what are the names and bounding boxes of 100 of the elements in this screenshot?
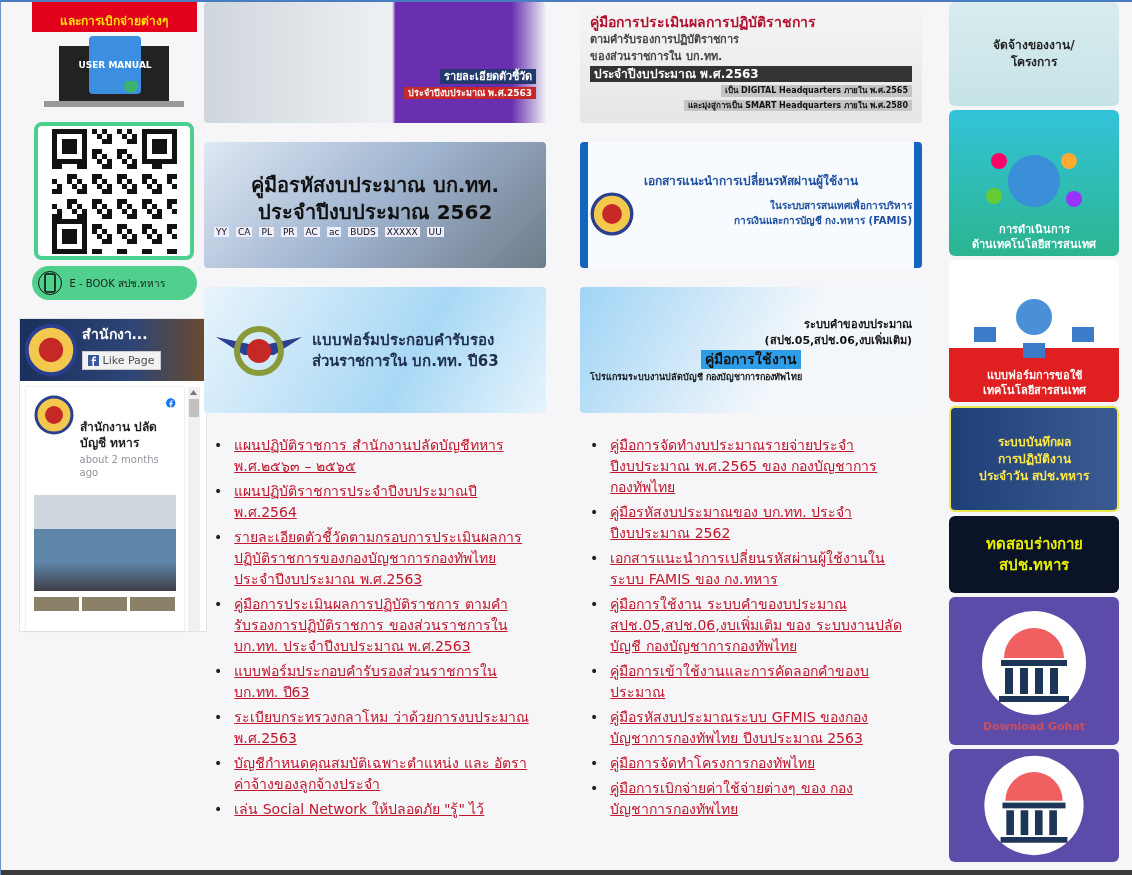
tile-text: สปช.ทหาร [998,555,1070,575]
banner[interactable]: คู่มือรหัสงบประมาณ บก.ทท. ประจำปีงบประมาณ 2562 YY CA PL PR AC ac BUDS XXXXX UU [204,142,546,268]
banner-text: โปรแกรมระบบงานปลัดบัญชี กองบัญชาการกองทัพไทย [590,371,804,383]
bullet: • [214,595,223,614]
code-label: BUDS [348,227,378,237]
emblem-icon [590,191,634,236]
banner-text: ในระบบสารสนเทศเพื่อการบริหาร [770,200,912,213]
tile-text: แบบฟอร์มการขอใช้ [986,368,1082,383]
photo-thumbnail [33,597,79,611]
page-name[interactable]: สำนักงา... [81,323,161,345]
bullet: • [590,708,599,727]
banner-text: แบบฟอร์มประกอบคำรับรอง [312,330,495,349]
bullet: • [590,503,599,522]
banner-text: ประจำปีงบประมาณ 2562 [257,200,493,224]
code-label: AC [303,227,320,237]
bullet: • [214,662,223,681]
code-label: PR [280,227,297,237]
banner-text: ระบบคำของบประมาณ [804,317,912,331]
scroll-up-icon [190,390,197,395]
photo-thumbnail [81,597,128,611]
document-link[interactable]: คู่มือการประเมินผลการปฏิบัติราชการ ตามคำรับรองการปฏิบัติราชการ ของส่วนราชการใน บก.ทท. ประจำปีงบประมาณ พ.ศ.2563 [234,594,536,657]
banner-text: ส่วนราชการใน บก.ทท. ปี63 [312,351,500,370]
document-link[interactable]: แผนปฏิบัติราชการ สำนักงานปลัดบัญชีทหาร พ.ศ.๒๕๖๓ – ๒๕๖๕ [234,435,536,477]
post-time: about 2 months ago [79,453,160,479]
banner-text: ประจำปีงบประมาณ พ.ศ.2563 [590,65,912,83]
code-label: UU [426,227,444,237]
code-label: YY [214,227,229,237]
link-tile[interactable]: ระบบบันทึกผล การปฏิบัติงาน ประจำวัน สปช.ทหาร [949,406,1119,512]
bullet: • [214,754,223,773]
banner-text: รายละเอียดตัวชี้วัด [440,68,536,84]
banner-text: เป็น DIGITAL Headquarters ภายใน พ.ศ.2565 [721,85,912,97]
bullet: • [590,549,599,568]
post-author[interactable]: สำนักงาน ปลัดบัญชี ทหาร [79,419,161,451]
document-link[interactable]: คู่มือการใช้งาน ระบบคำของบประมาณ สปช.05,สปช.06,งบเพิ่มเติม ของ ระบบงานปลัดบัญชี กองบัญชาการกองทัพไทย [610,594,912,657]
tile-text: ระบบบันทึกผล [997,434,1071,450]
bullet: • [214,436,223,455]
banner-text: ของส่วนราชการใน บก.ทท. [590,49,724,63]
document-link[interactable]: คู่มือการเบิกจ่ายค่าใช้จ่ายต่างๆ ของ กองบัญชาการกองทัพไทย [610,778,912,820]
tile-text: Download Gohat [982,720,1086,734]
document-link[interactable]: คู่มือการจัดทำงบประมาณรายจ่ายประจำปีงบประมาณ พ.ศ.2565 ของ กองบัญชาการกองทัพไทย [610,435,912,498]
banner-text: ตามคำรับรองการปฏิบัติราชการ [590,33,740,47]
bullet: • [590,779,599,798]
link-tile[interactable]: ทดสอบร่างกาย สปช.ทหาร [949,516,1119,593]
banner-text: และมุ่งสู่การเป็น SMART Headquarters ภายใน พ.ศ.2580 [684,99,912,112]
like-page-button[interactable]: Like Page [81,351,161,370]
tile-text: ด้านเทคโนโลยีสารสนเทศ [972,238,1096,252]
document-link[interactable]: แบบฟอร์มประกอบคำรับรองส่วนราชการใน บก.ทท. ปี63 [234,661,536,703]
document-link[interactable]: เล่น Social Network ให้ปลอดภัย "รู้" ไว้ [234,799,485,820]
banner-text: คู่มือการประเมินผลการปฏิบัติราชการ [590,13,817,31]
banner[interactable]: แบบฟอร์มประกอบคำรับรอง ส่วนราชการใน บก.ทท. ปี63 [204,287,546,413]
tile-text: การดำเนินการ [998,222,1070,237]
banner-text: การเงินและการบัญชี กง.ทหาร (FAMIS) [733,215,912,228]
document-link[interactable]: คู่มือรหัสงบประมาณระบบ GFMIS ของกองบัญชาการกองทัพไทย ปีงบประมาณ 2563 [610,707,912,749]
code-label: XXXXX [384,227,420,237]
bullet: • [590,436,599,455]
document-link[interactable]: รายละเอียดตัวชี้วัดตามกรอบการประเมินผลการปฏิบัติราชการของกองบัญชาการกองทัพไทย ประจำปีงบประมาณ พ.ศ.2563 [234,527,536,590]
document-link[interactable]: คู่มือการจัดทำโครงการกองทัพไทย [610,753,816,774]
link-tile[interactable]: จัดจ้างของงาน/ โครงการ [949,2,1119,106]
banner-text: ประจำปีงบประมาณ พ.ศ.2563 [403,86,536,100]
tile-text: โครงการ [1011,55,1057,70]
tile-text: การปฏิบัติงาน [997,451,1071,467]
banner-text: เอกสารแนะนำการเปลี่ยนรหัสผ่านผู้ใช้งาน [644,174,858,189]
bullet: • [214,708,223,727]
document-link[interactable]: คู่มือการเข้าใช้งานและการคัดลอกคำของบประมาณ [610,661,912,703]
bullet: • [214,800,223,819]
tile-text: เทคโนโลยีสารสนเทศ [982,384,1086,398]
bullet: • [590,595,599,614]
facebook-icon [87,355,99,366]
scrollbar[interactable] [187,387,200,631]
tile-text: ประจำวัน สปช.ทหาร [979,468,1089,484]
code-label: PL [259,227,274,237]
facebook-icon [166,395,176,411]
photo-thumbnail [130,597,176,611]
tile-text: จัดจ้างของงาน/ [993,38,1075,53]
bullet: • [590,754,599,773]
document-link[interactable]: บัญชีกำหนดคุณสมบัติเฉพาะตำแหน่ง และ อัตราค่าจ้างของลูกจ้างประจำ [234,753,536,795]
banner[interactable]: เอกสารแนะนำการเปลี่ยนรหัสผ่านผู้ใช้งาน ในระบบสารสนเทศเพื่อการบริหาร การเงินและการบัญชี กง.ทหาร (FAMIS) [580,142,922,268]
bullet: • [214,482,223,501]
link-tile[interactable] [949,749,1119,862]
document-link[interactable]: คู่มือรหัสงบประมาณของ บก.ทท. ประจำปีงบประมาณ 2562 [610,502,912,544]
code-label: ac [326,227,342,237]
banner[interactable]: รายละเอียดตัวชี้วัด ประจำปีงบประมาณ พ.ศ.2563 [204,2,546,123]
banner-text[interactable]: และการเบิกจ่ายต่างๆ [31,2,197,32]
tile-text: ทดสอบร่างกาย [985,534,1083,554]
code-label: CA [236,227,253,237]
phone-icon [37,269,62,297]
bullet: • [214,528,223,547]
banner-text: คู่มือรหัสงบประมาณ บก.ทท. [250,173,500,197]
emblem-icon [33,395,74,435]
link-tile[interactable]: แบบฟอร์มการขอใช้ เทคโนโลยีสารสนเทศ [949,260,1119,402]
banner-text: (สปช.05,สปช.06,งบเพิ่มเติม) [764,333,912,347]
document-link[interactable]: แผนปฏิบัติราชการประจำปีงบประมาณปี พ.ศ.2564 [234,481,536,523]
banner[interactable]: ระบบคำของบประมาณ (สปช.05,สปช.06,งบเพิ่มเติม) คู่มือการใช้งาน โปรแกรมระบบงานปลัดบัญชี กองบัญชาการกองทัพไทย [580,287,922,413]
document-link[interactable]: ระเบียบกระทรวงกลาโหม ว่าด้วยการงบประมาณ พ.ศ.2563 [234,707,536,749]
bullet: • [590,662,599,681]
emblem-icon [23,323,78,377]
ebook-button[interactable]: E - BOOK สปช.ทหาร [31,266,197,300]
scroll-thumb[interactable] [188,399,199,417]
banner-text: คู่มือการใช้งาน [701,349,801,369]
document-link[interactable]: เอกสารแนะนำการเปลี่ยนรหัสผ่านผู้ใช้งานในระบบ FAMIS ของ กง.ทหาร [610,548,912,590]
